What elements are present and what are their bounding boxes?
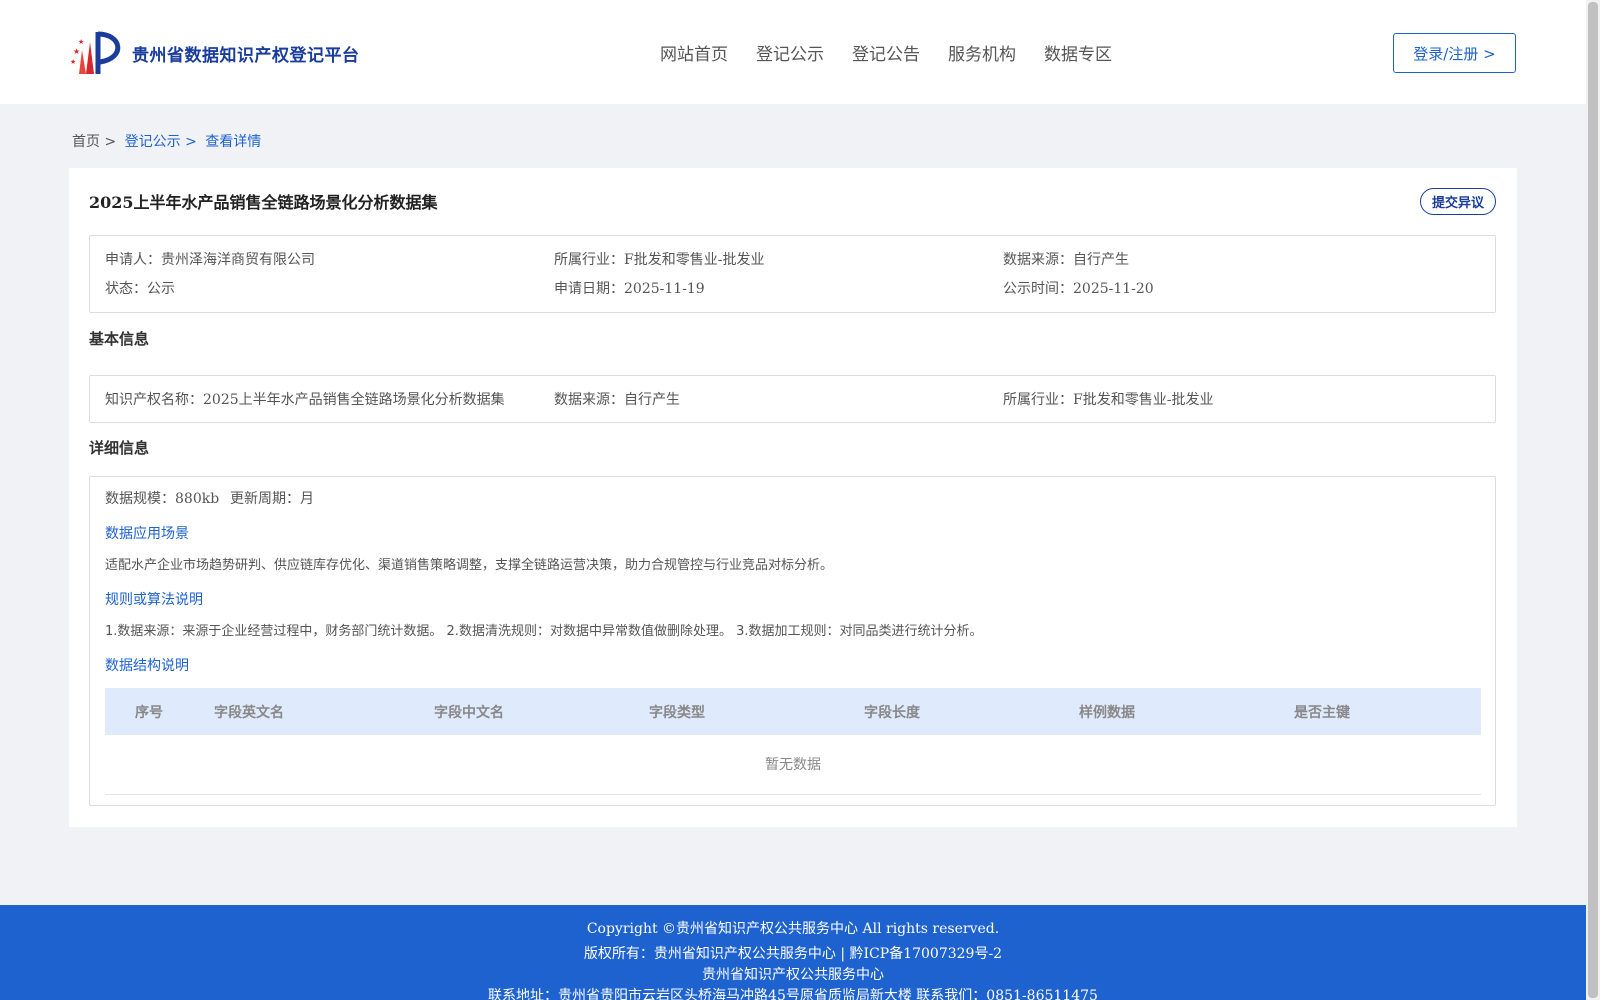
footer-rights: 版权所有：贵州省知识产权公共服务中心 | 黔ICP备17007329号-2 xyxy=(583,946,1003,962)
footer-copyright: Copyright ©贵州省知识产权公共服务中心 All rights rese… xyxy=(586,921,1000,937)
page-title: 2025上半年水产品销售全链路场景化分析数据集 xyxy=(89,193,438,212)
publish-date-value: 2025-11-20 xyxy=(1073,281,1154,297)
publish-date-label: 公示时间： xyxy=(1003,281,1073,297)
ip-name-field: 知识产权名称：2025上半年水产品销售全链路场景化分析数据集 xyxy=(105,389,505,409)
column-header-field-length: 字段长度 xyxy=(864,705,920,721)
basic-info-heading: 基本信息 xyxy=(89,330,150,348)
applicant-field: 申请人：贵州泽海洋商贸有限公司 xyxy=(105,249,315,269)
basic-source-label: 数据来源： xyxy=(554,392,624,408)
summary-box: 申请人：贵州泽海洋商贸有限公司 所属行业：F批发和零售业-批发业 数据来源：自行… xyxy=(89,235,1496,313)
detail-info-heading: 详细信息 xyxy=(89,439,150,457)
page-scrollbar[interactable] xyxy=(1586,0,1600,1000)
applicant-value: 贵州泽海洋商贸有限公司 xyxy=(161,252,315,268)
column-header-field-type: 字段类型 xyxy=(649,705,705,721)
nav-item-home[interactable]: 网站首页 xyxy=(660,40,728,65)
industry-field: 所属行业：F批发和零售业-批发业 xyxy=(554,249,764,269)
rules-heading: 规则或算法说明 xyxy=(105,592,203,608)
scenario-text: 适配水产企业市场趋势研判、供应链库存优化、渠道销售策略调整，支撑全链路运营决策，… xyxy=(105,558,834,573)
column-header-primary-key: 是否主键 xyxy=(1294,705,1350,721)
data-scale-value: 880kb xyxy=(175,491,220,507)
update-cycle-label: 更新周期： xyxy=(230,491,300,507)
column-header-field-cn: 字段中文名 xyxy=(434,705,504,721)
breadcrumb-section[interactable]: 登记公示 > xyxy=(125,134,197,150)
update-cycle-value: 月 xyxy=(300,491,314,507)
site-header: ★ ★ ★ 贵州省数据知识产权登记平台 网站首页 登记公示 登记公告 服务机构 … xyxy=(0,0,1586,104)
logo-emblem-icon: ★ ★ ★ xyxy=(70,28,130,78)
column-header-sample: 样例数据 xyxy=(1079,705,1135,721)
scrollbar-thumb[interactable] xyxy=(1588,2,1598,998)
industry-label: 所属行业： xyxy=(554,252,624,268)
rules-text: 1.数据来源：来源于企业经营过程中，财务部门统计数据。 2.数据清洗规则：对数据… xyxy=(105,624,983,639)
nav-item-registration-announcement[interactable]: 登记公告 xyxy=(852,40,920,65)
structure-table-header: 序号 字段英文名 字段中文名 字段类型 字段长度 样例数据 是否主键 xyxy=(105,688,1481,735)
nav-item-service-agencies[interactable]: 服务机构 xyxy=(948,40,1016,65)
logo-text: 贵州省数据知识产权登记平台 xyxy=(132,45,360,66)
footer-org: 贵州省知识产权公共服务中心 xyxy=(702,967,884,983)
source-label: 数据来源： xyxy=(1003,252,1073,268)
source-value: 自行产生 xyxy=(1073,252,1129,268)
breadcrumb: 首页 > 登记公示 > 查看详情 xyxy=(72,131,265,151)
data-scale-label: 数据规模： xyxy=(105,491,175,507)
login-register-button[interactable]: 登录/注册 > xyxy=(1393,33,1516,73)
site-footer: Copyright ©贵州省知识产权公共服务中心 All rights rese… xyxy=(0,905,1586,1000)
detail-card: 2025上半年水产品销售全链路场景化分析数据集 提交异议 申请人：贵州泽海洋商贸… xyxy=(69,168,1517,827)
apply-date-value: 2025-11-19 xyxy=(624,281,705,297)
ip-name-value: 2025上半年水产品销售全链路场景化分析数据集 xyxy=(203,392,505,408)
status-label: 状态： xyxy=(105,281,147,297)
column-header-index: 序号 xyxy=(135,705,163,721)
basic-industry-value: F批发和零售业-批发业 xyxy=(1073,392,1214,408)
data-scale-field: 数据规模：880kb xyxy=(105,488,219,508)
svg-text:★: ★ xyxy=(73,47,80,56)
basic-source-field: 数据来源：自行产生 xyxy=(554,389,680,409)
update-cycle-field: 更新周期：月 xyxy=(230,488,314,508)
breadcrumb-home[interactable]: 首页 > xyxy=(72,134,116,150)
apply-date-field: 申请日期：2025-11-19 xyxy=(554,278,705,298)
svg-text:★: ★ xyxy=(78,38,84,46)
nav-item-data-zone[interactable]: 数据专区 xyxy=(1044,40,1112,65)
apply-date-label: 申请日期： xyxy=(554,281,624,297)
basic-industry-field: 所属行业：F批发和零售业-批发业 xyxy=(1003,389,1213,409)
applicant-label: 申请人： xyxy=(105,252,161,268)
basic-industry-label: 所属行业： xyxy=(1003,392,1073,408)
footer-contact: 联系地址：贵州省贵阳市云岩区头桥海马冲路45号原省质监局新大楼 联系我们：085… xyxy=(488,988,1098,1000)
svg-text:★: ★ xyxy=(70,58,76,66)
status-value: 公示 xyxy=(147,281,175,297)
source-field: 数据来源：自行产生 xyxy=(1003,249,1129,269)
table-empty-message: 暂无数据 xyxy=(105,735,1481,795)
ip-name-label: 知识产权名称： xyxy=(105,392,203,408)
status-field: 状态：公示 xyxy=(105,278,175,298)
detail-info-box: 数据规模：880kb 更新周期：月 数据应用场景 适配水产企业市场趋势研判、供应… xyxy=(89,476,1496,806)
publish-date-field: 公示时间：2025-11-20 xyxy=(1003,278,1154,298)
industry-value: F批发和零售业-批发业 xyxy=(624,252,765,268)
site-logo[interactable]: ★ ★ ★ 贵州省数据知识产权登记平台 xyxy=(70,28,360,78)
column-header-field-en: 字段英文名 xyxy=(214,705,284,721)
basic-info-box: 知识产权名称：2025上半年水产品销售全链路场景化分析数据集 数据来源：自行产生… xyxy=(89,375,1496,423)
structure-heading: 数据结构说明 xyxy=(105,658,189,674)
breadcrumb-current: 查看详情 xyxy=(205,134,262,150)
submit-objection-button[interactable]: 提交异议 xyxy=(1420,188,1496,215)
scenario-heading: 数据应用场景 xyxy=(105,526,189,542)
nav-item-registration-publicity[interactable]: 登记公示 xyxy=(756,40,824,65)
main-nav: 网站首页 登记公示 登记公告 服务机构 数据专区 xyxy=(660,40,1140,65)
basic-source-value: 自行产生 xyxy=(624,392,680,408)
